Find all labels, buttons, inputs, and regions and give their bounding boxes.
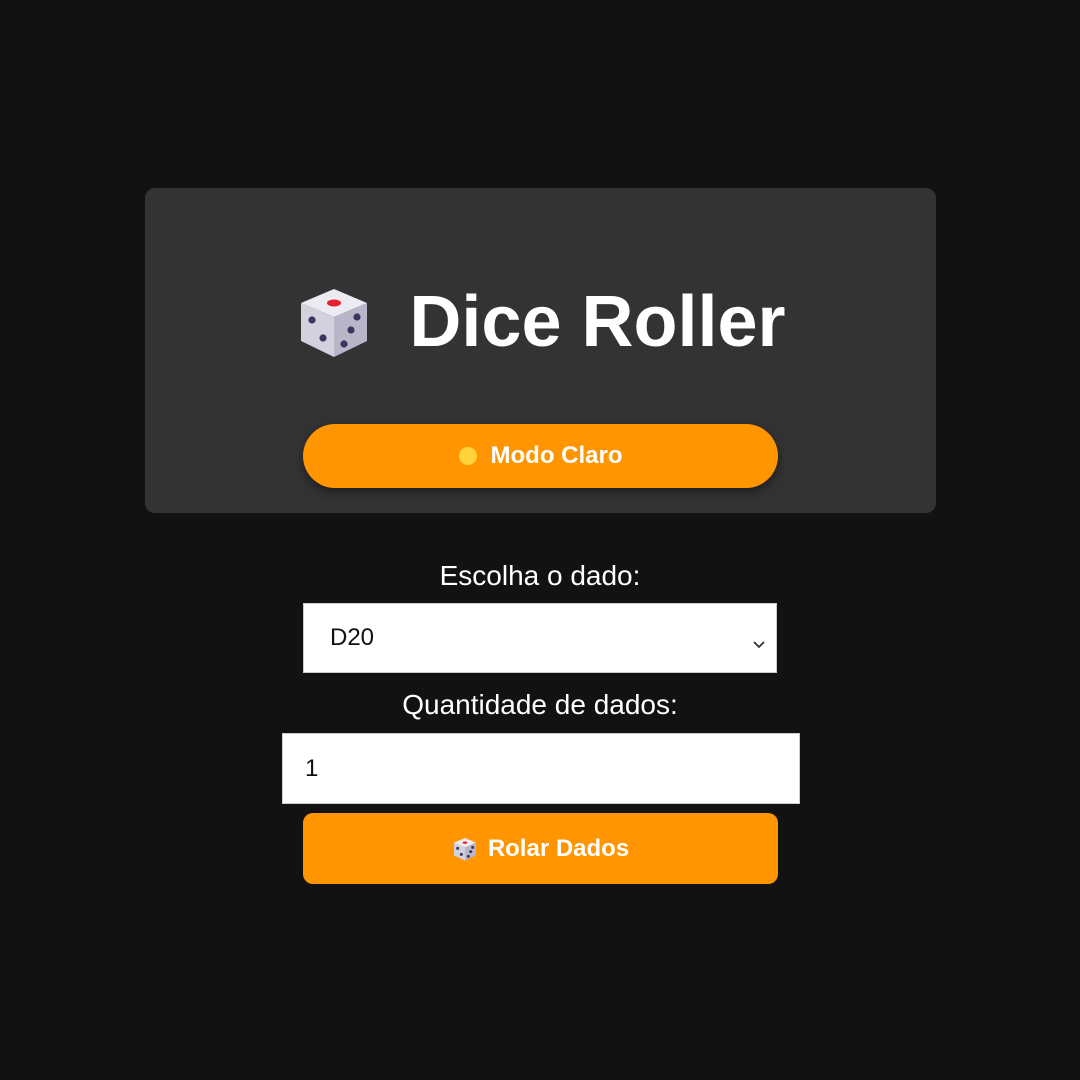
dice-quantity-input[interactable]: 1 [282, 733, 800, 804]
header-card: Dice Roller Modo Claro [145, 188, 936, 513]
chevron-down-icon [752, 630, 766, 658]
theme-toggle-label: Modo Claro [490, 442, 623, 469]
roll-dice-button[interactable]: Rolar Dados [303, 813, 778, 884]
dice-type-select[interactable]: D20 [303, 603, 777, 673]
dice-quantity-value: 1 [305, 754, 319, 782]
dice-type-selected-value: D20 [330, 624, 375, 651]
title-row: Dice Roller [145, 272, 936, 372]
sun-icon [458, 447, 477, 465]
dice-type-label: Escolha o dado: [439, 560, 641, 591]
dice-quantity-label: Quantidade de dados: [402, 689, 678, 720]
theme-toggle-button[interactable]: Modo Claro [303, 424, 778, 488]
die-icon [295, 283, 373, 361]
die-icon [452, 836, 478, 862]
roll-dice-label: Rolar Dados [487, 834, 630, 862]
page-title: Dice Roller [409, 282, 786, 362]
